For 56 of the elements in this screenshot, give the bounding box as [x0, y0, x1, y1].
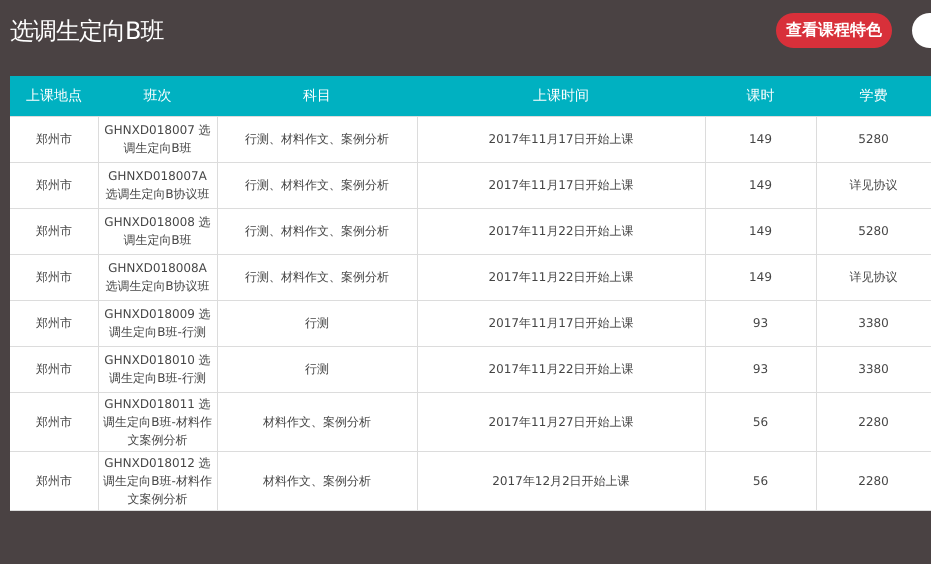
column-header: 学费 [860, 88, 888, 104]
column-header: 上课时间 [533, 88, 589, 104]
table-cell: 149 [749, 178, 772, 192]
table-cell: 149 [749, 224, 772, 238]
table-cell: 2280 [858, 474, 889, 488]
table-cell: 郑州市 [36, 414, 72, 428]
table-cell: 2017年11月22日开始上课 [488, 270, 634, 284]
table-cell: 行测、材料作文、案例分析 [245, 270, 389, 284]
table-cell: 149 [749, 270, 772, 284]
table-cell: GHNXD018009 选调生定向B班-行测 [104, 307, 211, 339]
table-cell: 2017年11月22日开始上课 [488, 224, 634, 238]
table-cell: GHNXD018007 选调生定向B班 [104, 123, 211, 155]
table-cell: 材料作文、案例分析 [263, 414, 371, 428]
table-cell: 56 [752, 474, 768, 488]
table-cell: 93 [752, 362, 768, 376]
table-cell: 材料作文、案例分析 [263, 474, 371, 488]
table-cell: 2280 [858, 414, 889, 428]
table-cell: 郑州市 [36, 270, 72, 284]
table-cell: GHNXD018008 选调生定向B班 [104, 215, 211, 247]
table-cell: GHNXD018011 选调生定向B班-材料作文案例分析 [103, 396, 212, 446]
table-cell: 行测、材料作文、案例分析 [245, 178, 389, 192]
page-title: 选调生定向B班 [10, 16, 164, 47]
table-cell: GHNXD018012 选调生定向B班-材料作文案例分析 [103, 456, 212, 506]
table-cell: 行测、材料作文、案例分析 [245, 224, 389, 238]
column-header: 班次 [144, 88, 172, 104]
table-cell: GHNXD018008A 选调生定向B协议班 [105, 261, 210, 293]
table-cell: 详见协议 [850, 270, 898, 284]
table-cell: 5280 [858, 132, 889, 146]
table-cell: 3380 [858, 316, 889, 330]
table-cell: 郑州市 [36, 132, 72, 146]
column-header: 上课地点 [26, 88, 82, 104]
table-cell: 5280 [858, 224, 889, 238]
table-cell: 郑州市 [36, 224, 72, 238]
table-cell: 行测、材料作文、案例分析 [245, 132, 389, 146]
table-cell: 2017年11月17日开始上课 [488, 178, 634, 192]
table-cell: 郑州市 [36, 474, 72, 488]
table-cell: 郑州市 [36, 178, 72, 192]
table-cell: 行测 [305, 316, 329, 330]
table-cell: GHNXD018007A 选调生定向B协议班 [105, 169, 210, 201]
table-cell: 149 [749, 132, 772, 146]
table-cell: 93 [752, 316, 768, 330]
table-cell: 3380 [858, 362, 889, 376]
table-cell: 2017年12月2日开始上课 [492, 474, 630, 488]
table-cell: 详见协议 [850, 178, 898, 192]
table-cell: 2017年11月17日开始上课 [488, 132, 634, 146]
course-features-button[interactable]: 查看课程特色 [776, 13, 892, 48]
table-cell: 2017年11月17日开始上课 [488, 316, 634, 330]
table-cell: 郑州市 [36, 362, 72, 376]
column-header: 课时 [746, 88, 774, 104]
table-cell: 行测 [305, 362, 329, 376]
table-cell: 2017年11月27日开始上课 [488, 414, 634, 428]
column-header: 科目 [303, 88, 331, 104]
table-cell: GHNXD018010 选调生定向B班-行测 [104, 353, 211, 385]
table-cell: 2017年11月22日开始上课 [488, 362, 634, 376]
table-cell: 郑州市 [36, 316, 72, 330]
table-cell: 56 [752, 414, 768, 428]
